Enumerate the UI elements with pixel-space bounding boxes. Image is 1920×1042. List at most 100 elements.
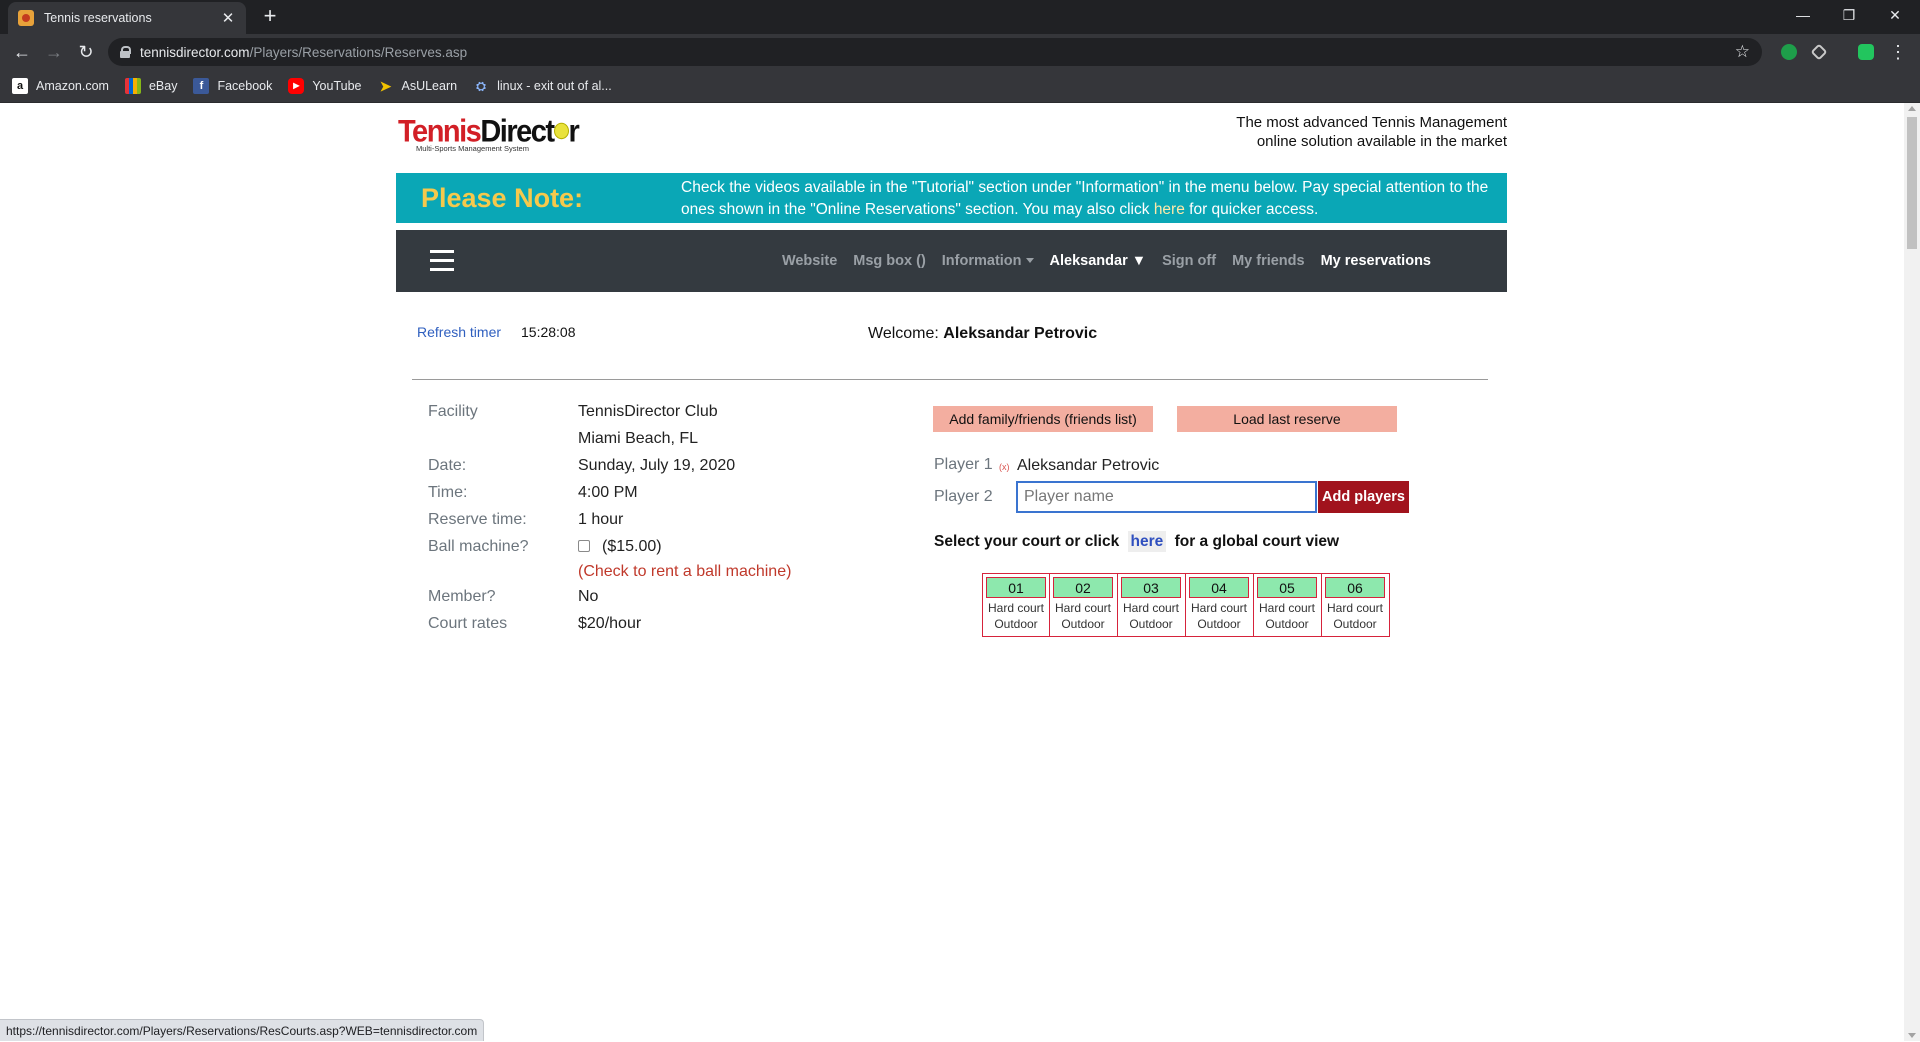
- new-tab-icon[interactable]: +: [258, 5, 282, 27]
- court-location: Outdoor: [994, 617, 1038, 631]
- court-surface: Hard court: [1122, 601, 1180, 615]
- court-number[interactable]: 04: [1189, 577, 1249, 598]
- extension-green-icon[interactable]: [1781, 44, 1797, 60]
- address-bar[interactable]: tennisdirector.com/Players/Reservations/…: [108, 38, 1762, 66]
- player2-name-input[interactable]: [1016, 481, 1317, 513]
- browser-menu-icon[interactable]: ⋮: [1886, 40, 1910, 64]
- global-court-view-link[interactable]: here: [1127, 531, 1167, 552]
- add-players-button[interactable]: Add players: [1318, 481, 1409, 513]
- bookmark-amazon[interactable]: a Amazon.com: [12, 78, 109, 94]
- tagline: The most advanced Tennis Management onli…: [1236, 113, 1507, 151]
- linux-icon: ⛭: [476, 79, 486, 93]
- scroll-up-icon[interactable]: [1908, 106, 1916, 111]
- court-card[interactable]: 01 Hard court Outdoor: [982, 573, 1050, 637]
- bookmarks-bar: a Amazon.com eBay f Facebook ▶ YouTube ➤…: [0, 70, 1920, 103]
- page-scrollbar[interactable]: [1904, 103, 1920, 1041]
- ball-machine-price: ($15.00): [602, 538, 662, 555]
- court-prompt-text: Select your court or click: [934, 533, 1120, 550]
- court-surface: Hard court: [1258, 601, 1316, 615]
- welcome-label: Welcome:: [868, 325, 939, 342]
- bookmark-facebook[interactable]: f Facebook: [193, 78, 272, 94]
- date-value: Sunday, July 19, 2020: [578, 457, 736, 474]
- reserve-time-label: Reserve time:: [428, 511, 527, 528]
- bookmark-label: Facebook: [217, 79, 273, 93]
- url-host: tennisdirector.com: [140, 44, 250, 60]
- ball-machine-note: (Check to rent a ball machine): [578, 563, 792, 580]
- restore-icon[interactable]: ❐: [1826, 0, 1872, 30]
- court-location: Outdoor: [1061, 617, 1105, 631]
- hamburger-menu-icon[interactable]: [430, 250, 454, 271]
- menu-item-my-reservations[interactable]: My reservations: [1321, 253, 1431, 269]
- shield-extension-icon[interactable]: [1858, 44, 1874, 60]
- court-surface: Hard court: [987, 601, 1045, 615]
- court-card[interactable]: 05 Hard court Outdoor: [1254, 573, 1322, 637]
- remove-player1-link[interactable]: (x): [999, 462, 1010, 472]
- tab-title: Tennis reservations: [44, 11, 152, 25]
- bookmark-star-icon[interactable]: ☆: [1735, 42, 1750, 62]
- facility-label: Facility: [428, 403, 478, 420]
- bookmark-asulearn[interactable]: ➤ AsULearn: [377, 78, 457, 94]
- facility-location: Miami Beach, FL: [578, 430, 699, 447]
- browser-toolbar: ← → ↻ tennisdirector.com/Players/Reserva…: [0, 34, 1920, 70]
- court-card[interactable]: 04 Hard court Outdoor: [1186, 573, 1254, 637]
- bookmark-youtube[interactable]: ▶ YouTube: [288, 78, 361, 94]
- note-here-link[interactable]: here: [1154, 201, 1185, 218]
- bookmark-ebay[interactable]: eBay: [124, 78, 178, 94]
- member-value: No: [578, 588, 599, 605]
- back-icon[interactable]: ←: [10, 40, 34, 64]
- court-number[interactable]: 01: [986, 577, 1046, 598]
- minimize-icon[interactable]: —: [1780, 0, 1826, 30]
- note-title: Please Note:: [421, 183, 584, 213]
- ball-machine-checkbox[interactable]: [578, 540, 590, 552]
- tagline-line-2: online solution available in the market: [1256, 133, 1507, 150]
- tennis-ball-icon: [553, 122, 569, 140]
- bookmark-label: YouTube: [312, 79, 362, 93]
- court-surface: Hard court: [1326, 601, 1384, 615]
- player2-label: Player 2: [934, 488, 993, 505]
- tennisdirector-logo[interactable]: TennisDirect r Multi-Sports Management Sy…: [398, 115, 580, 153]
- bookmark-linux[interactable]: ⛭ linux - exit out of al...: [473, 78, 611, 94]
- drive-extension-icon[interactable]: [1810, 43, 1828, 61]
- menu-item-sign-off[interactable]: Sign off: [1162, 253, 1216, 269]
- court-card[interactable]: 02 Hard court Outdoor: [1050, 573, 1118, 637]
- menu-item-my-friends[interactable]: My friends: [1232, 253, 1305, 269]
- menu-item-information[interactable]: Information: [942, 253, 1034, 269]
- court-number[interactable]: 03: [1121, 577, 1181, 598]
- web-page: TennisDirect r Multi-Sports Management Sy…: [0, 103, 1920, 1041]
- dropdown-caret-icon: [1025, 258, 1034, 263]
- link-status-bar: https://tennisdirector.com/Players/Reser…: [0, 1019, 485, 1041]
- bookmark-label: AsULearn: [401, 79, 458, 93]
- court-number[interactable]: 02: [1053, 577, 1113, 598]
- add-family-friends-button[interactable]: Add family/friends (friends list): [933, 406, 1153, 432]
- close-window-icon[interactable]: ✕: [1872, 0, 1918, 30]
- member-label: Member?: [428, 588, 496, 605]
- court-rates-value: $20/hour: [578, 615, 642, 632]
- bookmark-label: eBay: [148, 79, 178, 93]
- court-number[interactable]: 06: [1325, 577, 1385, 598]
- browser-tab[interactable]: Tennis reservations ✕: [8, 2, 246, 34]
- browser-tab-strip: Tennis reservations ✕ + — ❐ ✕: [0, 0, 1920, 34]
- court-location: Outdoor: [1265, 617, 1309, 631]
- court-number[interactable]: 05: [1257, 577, 1317, 598]
- note-text: Check the videos available in the "Tutor…: [681, 177, 1491, 221]
- please-note-banner: Please Note: Check the videos available …: [396, 173, 1507, 223]
- amazon-icon: a: [12, 78, 28, 94]
- reload-icon[interactable]: ↻: [74, 40, 98, 64]
- scrollbar-thumb[interactable]: [1907, 117, 1917, 249]
- forward-icon[interactable]: →: [42, 40, 66, 64]
- asulearn-icon: ➤: [379, 78, 392, 94]
- close-tab-icon[interactable]: ✕: [220, 9, 236, 27]
- court-rates-label: Court rates: [428, 615, 508, 632]
- player1-label: Player 1: [934, 456, 993, 473]
- load-last-reserve-button[interactable]: Load last reserve: [1177, 406, 1397, 432]
- court-card[interactable]: 06 Hard court Outdoor: [1322, 573, 1390, 637]
- court-card[interactable]: 03 Hard court Outdoor: [1118, 573, 1186, 637]
- menu-item-user[interactable]: Aleksandar ▼: [1050, 253, 1147, 269]
- refresh-timer-link[interactable]: Refresh timer: [417, 324, 501, 340]
- menu-item-website[interactable]: Website: [782, 253, 837, 269]
- menu-item-msg-box[interactable]: Msg box (): [853, 253, 926, 269]
- scroll-down-icon[interactable]: [1908, 1033, 1916, 1038]
- player1-name: Aleksandar Petrovic: [1017, 457, 1160, 474]
- note-text-end: for quicker access.: [1184, 201, 1319, 218]
- main-menu-bar: Website Msg box () Information Aleksanda…: [396, 230, 1507, 292]
